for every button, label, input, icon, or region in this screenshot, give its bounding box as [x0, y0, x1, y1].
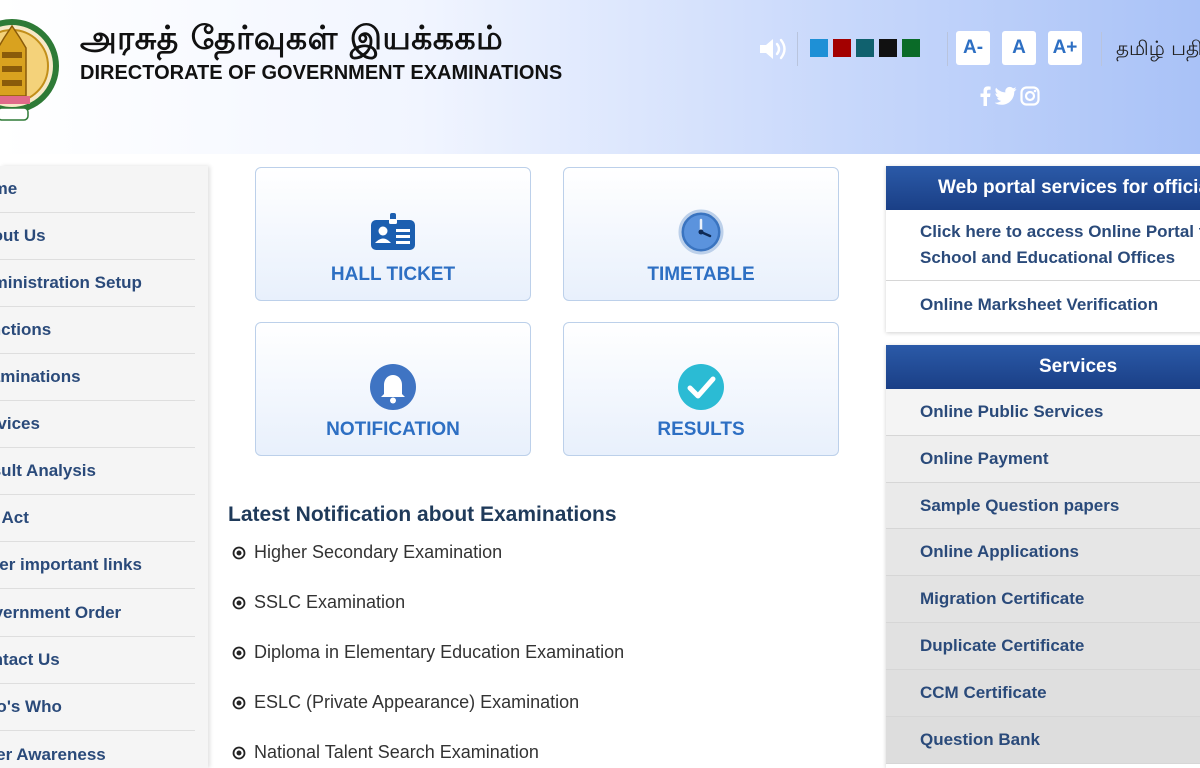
theme-swatch-blue[interactable] [810, 39, 828, 57]
online-portal-link-line2: School and Educational Offices [920, 248, 1176, 267]
radio-bullet-icon [232, 596, 246, 609]
hall-ticket-label: HALL TICKET [330, 264, 456, 285]
sidebar-item-services[interactable]: Services [0, 401, 195, 448]
services-panel: Services Online Public Services Online P… [886, 345, 1200, 768]
site-header: அரசுத் தேர்வுகள் இயக்ககம் DIRECTORATE OF… [0, 0, 1200, 154]
notification-link-text: National Talent Search Examination [254, 742, 539, 762]
font-decrease-button[interactable]: A- [956, 31, 990, 65]
sidebar-item-functions[interactable]: Functions [0, 307, 195, 354]
twitter-icon[interactable] [995, 86, 1017, 106]
timetable-tile[interactable]: TIMETABLE [563, 167, 839, 301]
radio-bullet-icon [232, 696, 246, 709]
sidebar-item-administration-setup[interactable]: Administration Setup [0, 260, 195, 307]
notification-link-text: ESLC (Private Appearance) Examination [254, 692, 580, 712]
officials-panel-heading: Web portal services for officials [886, 166, 1200, 210]
theme-swatch-teal[interactable] [856, 39, 874, 57]
sidebar-item-about-us[interactable]: About Us [0, 213, 195, 260]
sidebar-item-rti-act[interactable]: RTI Act [0, 495, 195, 542]
sidebar-item-home[interactable]: Home [0, 166, 195, 213]
service-item-migration-certificate[interactable]: Migration Certificate [886, 576, 1200, 623]
hall-ticket-tile[interactable]: HALL TICKET [255, 167, 531, 301]
sidebar-item-government-order[interactable]: Government Order [0, 590, 195, 637]
facebook-icon[interactable] [978, 86, 992, 106]
font-increase-button[interactable]: A+ [1048, 31, 1082, 65]
clock-icon [678, 209, 724, 255]
results-label: RESULTS [657, 419, 745, 440]
theme-swatch-red[interactable] [833, 39, 851, 57]
service-item-online-applications[interactable]: Online Applications [886, 529, 1200, 576]
language-switch-link[interactable]: தமிழ் பதிப்பு [1116, 36, 1200, 63]
service-item-duplicate-certificate[interactable]: Duplicate Certificate [886, 623, 1200, 670]
site-title-english: DIRECTORATE OF GOVERNMENT EXAMINATIONS [80, 62, 563, 84]
tamil-nadu-emblem-logo[interactable] [0, 4, 60, 130]
timetable-label: TIMETABLE [647, 264, 755, 285]
marksheet-verification-link[interactable]: Online Marksheet Verification [886, 281, 1200, 328]
social-links [978, 86, 1040, 106]
checkmark-icon [678, 364, 724, 410]
header-divider [797, 32, 798, 66]
notification-link-text: SSLC Examination [254, 592, 406, 612]
service-item-online-payment[interactable]: Online Payment [886, 436, 1200, 483]
notification-link-text: Diploma in Elementary Education Examinat… [254, 642, 625, 662]
sidebar-item-whos-who[interactable]: Who's Who [0, 684, 195, 731]
theme-swatch-black[interactable] [879, 39, 897, 57]
radio-bullet-icon [232, 746, 246, 759]
notification-link[interactable]: ESLC (Private Appearance) Examination [232, 692, 579, 713]
sidebar-item-other-important-links[interactable]: Other important links [0, 542, 195, 589]
sidebar-item-voter-awareness[interactable]: Voter Awareness [0, 732, 195, 768]
notification-label: NOTIFICATION [326, 419, 460, 440]
online-portal-link[interactable]: Click here to access Online Portal for S… [886, 210, 1200, 281]
online-portal-link-line1: Click here to access Online Portal for [920, 222, 1200, 241]
notification-link-text: Higher Secondary Examination [254, 542, 503, 562]
notification-link[interactable]: Higher Secondary Examination [232, 542, 502, 563]
results-tile[interactable]: RESULTS [563, 322, 839, 456]
theme-color-picker [810, 39, 920, 57]
radio-bullet-icon [232, 546, 246, 559]
radio-bullet-icon [232, 646, 246, 659]
service-item-question-bank[interactable]: Question Bank [886, 717, 1200, 764]
font-reset-button[interactable]: A [1002, 31, 1036, 65]
site-title-tamil: அரசுத் தேர்வுகள் இயக்ககம் [80, 18, 504, 57]
font-size-controls: A- A A+ [956, 31, 1082, 65]
theme-swatch-green[interactable] [902, 39, 920, 57]
speaker-icon[interactable] [758, 36, 790, 62]
id-card-icon [371, 213, 415, 250]
sidebar-item-contact-us[interactable]: Contact Us [0, 637, 195, 684]
latest-notification-heading: Latest Notification about Examinations [228, 503, 617, 526]
service-item-online-public-services[interactable]: Online Public Services [886, 389, 1200, 436]
service-item-sample-question-papers[interactable]: Sample Question papers [886, 483, 1200, 529]
notification-link[interactable]: Diploma in Elementary Education Examinat… [232, 642, 624, 663]
notification-tile[interactable]: NOTIFICATION [255, 322, 531, 456]
service-item-ccm-certificate[interactable]: CCM Certificate [886, 670, 1200, 717]
sidebar-item-examinations[interactable]: Examinations [0, 354, 195, 401]
sidebar-item-result-analysis[interactable]: Result Analysis [0, 448, 195, 495]
header-divider [947, 32, 948, 66]
notification-link[interactable]: National Talent Search Examination [232, 742, 539, 763]
services-panel-heading: Services [886, 345, 1200, 389]
header-divider [1101, 32, 1102, 66]
bell-icon [370, 364, 416, 410]
instagram-icon[interactable] [1020, 86, 1040, 106]
sidebar-menu: Home About Us Administration Setup Funct… [0, 166, 208, 768]
officials-services-panel: Web portal services for officials Click … [886, 166, 1200, 332]
notification-link[interactable]: SSLC Examination [232, 592, 405, 613]
